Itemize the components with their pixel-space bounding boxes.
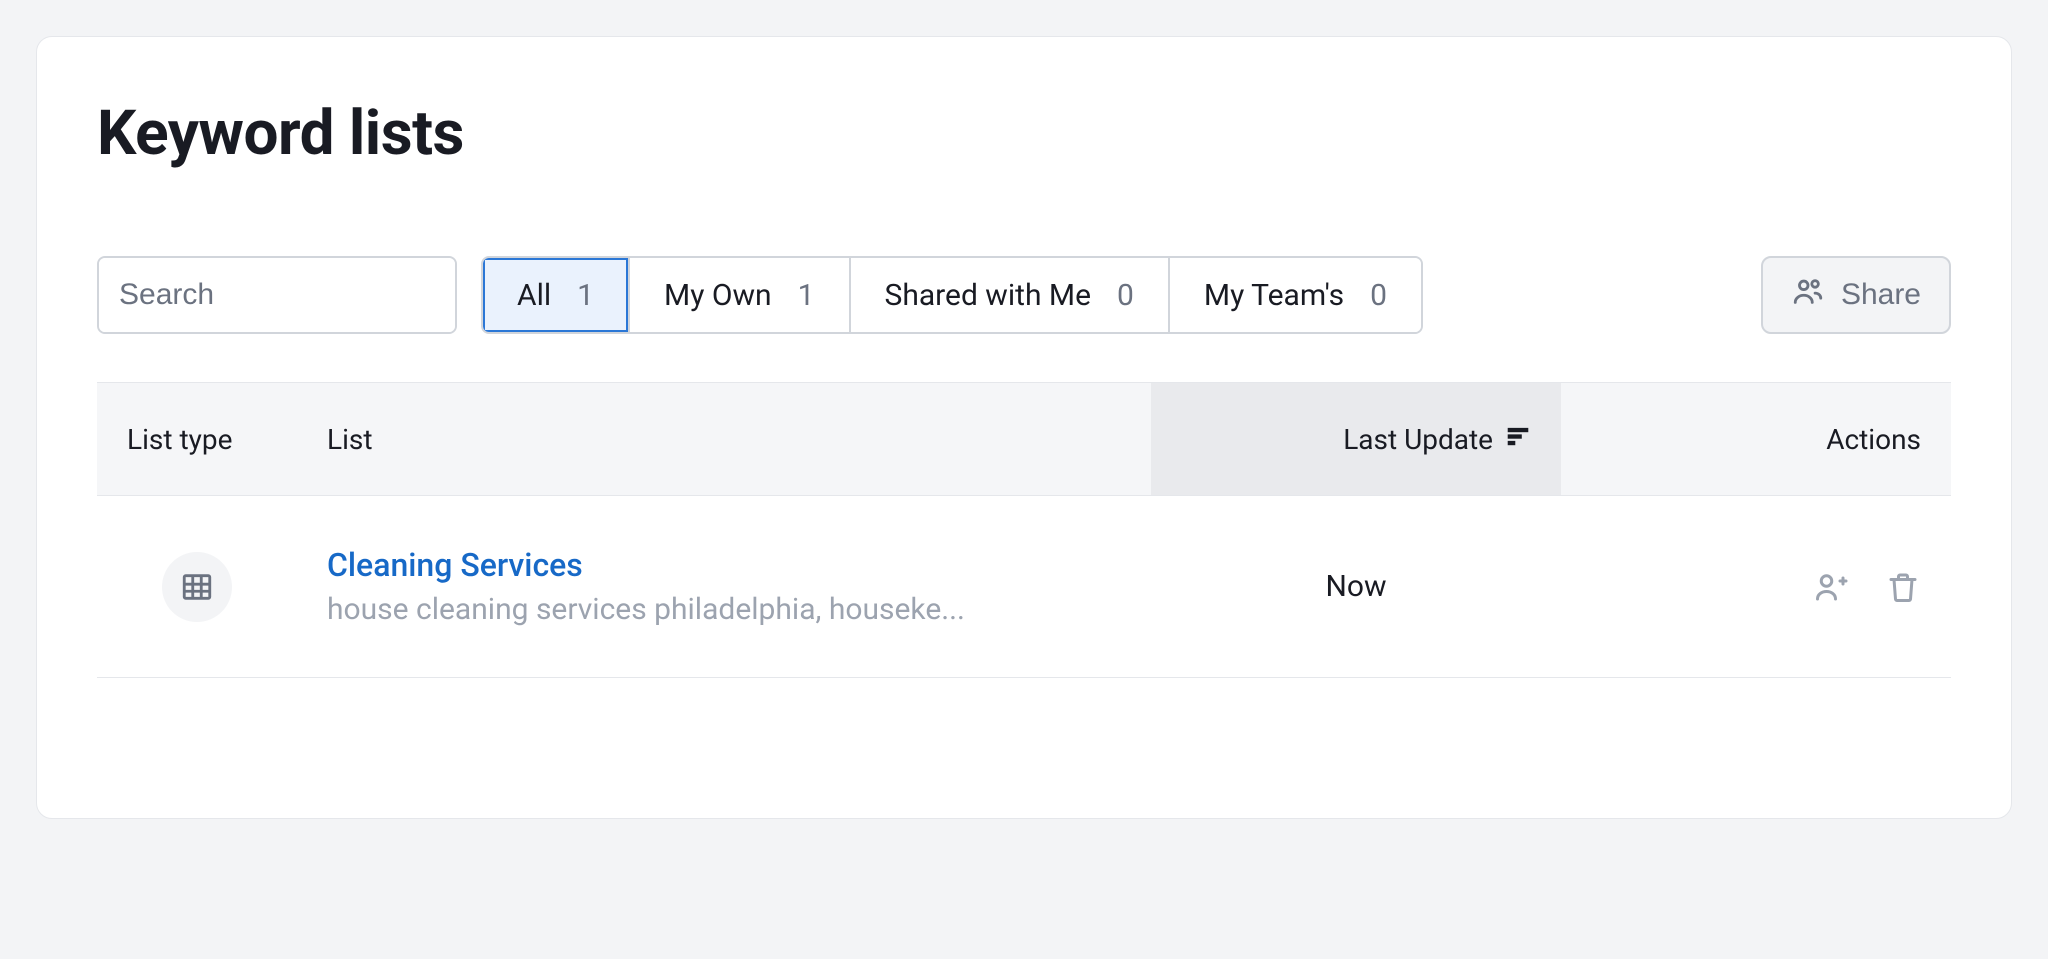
page-title: Keyword lists (97, 97, 1951, 170)
tab-my-teams[interactable]: My Team's 0 (1170, 258, 1421, 332)
col-header-last-update[interactable]: Last Update (1151, 383, 1561, 495)
tab-label: My Own (664, 278, 772, 313)
filter-tabs: All 1 My Own 1 Shared with Me 0 My Team'… (481, 256, 1423, 334)
table-row: Cleaning Services house cleaning service… (97, 496, 1951, 678)
list-type-icon (162, 552, 232, 622)
search-input[interactable] (99, 258, 457, 332)
tab-label: All (517, 278, 551, 313)
cell-actions (1561, 569, 1951, 605)
people-icon (1791, 274, 1825, 316)
toolbar: All 1 My Own 1 Shared with Me 0 My Team'… (97, 256, 1951, 334)
share-button[interactable]: Share (1761, 256, 1951, 334)
tab-count: 1 (577, 278, 594, 313)
keyword-lists-card: Keyword lists All 1 My Own 1 Sh (36, 36, 2012, 819)
cell-last-update: Now (1151, 569, 1561, 604)
sort-desc-icon (1505, 423, 1531, 456)
tab-count: 0 (1117, 278, 1134, 313)
cell-list-type (97, 552, 297, 622)
search-box (97, 256, 457, 334)
tab-my-own[interactable]: My Own 1 (630, 258, 850, 332)
add-user-icon[interactable] (1813, 569, 1849, 605)
col-header-list[interactable]: List (297, 383, 1151, 495)
col-header-actions: Actions (1561, 383, 1951, 495)
col-header-label: Last Update (1343, 423, 1493, 456)
tab-count: 1 (798, 278, 815, 313)
table-header: List type List Last Update Actions (97, 382, 1951, 496)
trash-icon[interactable] (1885, 569, 1921, 605)
tab-all[interactable]: All 1 (483, 258, 630, 332)
toolbar-spacer (1447, 256, 1737, 334)
list-name-link[interactable]: Cleaning Services (327, 546, 1121, 584)
tab-count: 0 (1370, 278, 1387, 313)
col-header-type[interactable]: List type (97, 383, 297, 495)
tab-shared-with-me[interactable]: Shared with Me 0 (851, 258, 1170, 332)
cell-list: Cleaning Services house cleaning service… (297, 546, 1151, 627)
keyword-lists-table: List type List Last Update Actions (97, 382, 1951, 678)
list-subtitle: house cleaning services philadelphia, ho… (327, 592, 1121, 627)
tab-label: My Team's (1204, 278, 1344, 313)
tab-label: Shared with Me (885, 278, 1092, 313)
share-label: Share (1841, 278, 1921, 312)
